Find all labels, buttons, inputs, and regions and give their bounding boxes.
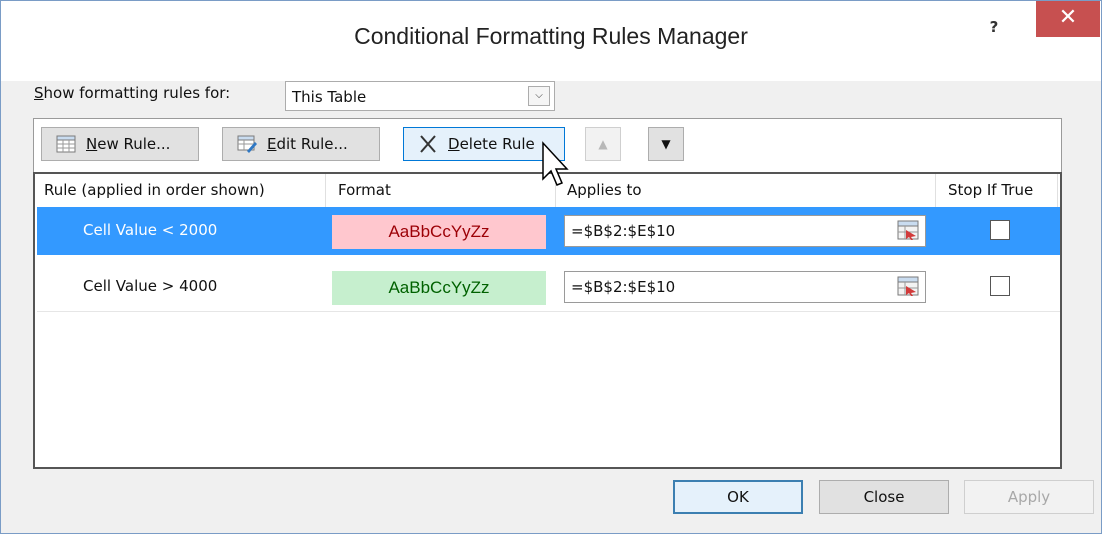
applies-to-value: =$B$2:$E$10 (571, 278, 676, 296)
rule-row[interactable]: Cell Value < 2000 AaBbCcYyZz =$B$2:$E$10 (37, 207, 1060, 255)
rule-row[interactable]: Cell Value > 4000 AaBbCcYyZz =$B$2:$E$10 (37, 263, 1060, 311)
format-preview: AaBbCcYyZz (332, 271, 546, 305)
mouse-cursor-icon (542, 141, 569, 186)
stop-if-true-checkbox[interactable] (990, 220, 1010, 240)
new-rule-accel: N (86, 135, 98, 153)
edit-rule-label: Edit Rule... (267, 128, 348, 160)
new-rule-label-text: ew Rule... (97, 135, 171, 153)
dialog-window: Conditional Formatting Rules Manager ? ✕… (0, 0, 1102, 534)
column-separator (1057, 174, 1058, 207)
new-rule-button[interactable]: New Rule... (41, 127, 199, 161)
applies-to-input[interactable]: =$B$2:$E$10 (564, 215, 926, 247)
edit-rule-icon (237, 135, 257, 153)
edit-rule-button[interactable]: Edit Rule... (222, 127, 380, 161)
edit-rule-label-text: dit Rule... (276, 135, 348, 153)
column-separator (935, 174, 936, 207)
apply-button[interactable]: Apply (964, 480, 1094, 514)
show-rules-label: Show formatting rules for: (34, 84, 230, 102)
dialog-title: Conditional Formatting Rules Manager (354, 23, 748, 49)
column-header-rule: Rule (applied in order shown) (44, 181, 265, 199)
new-rule-icon (56, 135, 76, 153)
help-button[interactable]: ? (979, 15, 1009, 39)
title-bar: Conditional Formatting Rules Manager ? ✕ (1, 1, 1101, 81)
range-selector-icon[interactable] (897, 276, 919, 296)
close-button[interactable]: Close (819, 480, 949, 514)
format-preview: AaBbCcYyZz (332, 215, 546, 249)
close-window-button[interactable]: ✕ (1036, 1, 1100, 37)
rule-description: Cell Value > 4000 (83, 277, 218, 295)
delete-rule-label: Delete Rule (448, 128, 535, 160)
column-header-stop-if-true: Stop If True (948, 181, 1034, 199)
column-header-format: Format (338, 181, 391, 199)
move-down-button[interactable]: ▼ (648, 127, 684, 161)
new-rule-label: New Rule... (86, 128, 170, 160)
delete-x-icon (420, 135, 436, 153)
column-header-applies-to: Applies to (567, 181, 642, 199)
range-selector-icon[interactable] (897, 220, 919, 240)
move-up-button[interactable]: ▲ (585, 127, 621, 161)
show-rules-label-accel: S (34, 84, 44, 102)
dropdown-arrow-icon[interactable]: ⌵ (528, 86, 550, 106)
show-rules-label-text: how formatting rules for: (43, 84, 231, 102)
delete-rule-label-text: elete Rule (459, 135, 535, 153)
show-rules-dropdown[interactable]: This Table ⌵ (285, 81, 555, 111)
rules-grid: Rule (applied in order shown) Format App… (33, 172, 1062, 469)
show-rules-selected-value: This Table (292, 88, 367, 106)
stop-if-true-checkbox[interactable] (990, 276, 1010, 296)
delete-rule-accel: D (448, 135, 460, 153)
row-divider (37, 311, 1060, 312)
applies-to-input[interactable]: =$B$2:$E$10 (564, 271, 926, 303)
column-separator (325, 174, 326, 207)
ok-button[interactable]: OK (673, 480, 803, 514)
rule-description: Cell Value < 2000 (83, 221, 218, 239)
applies-to-value: =$B$2:$E$10 (571, 222, 676, 240)
